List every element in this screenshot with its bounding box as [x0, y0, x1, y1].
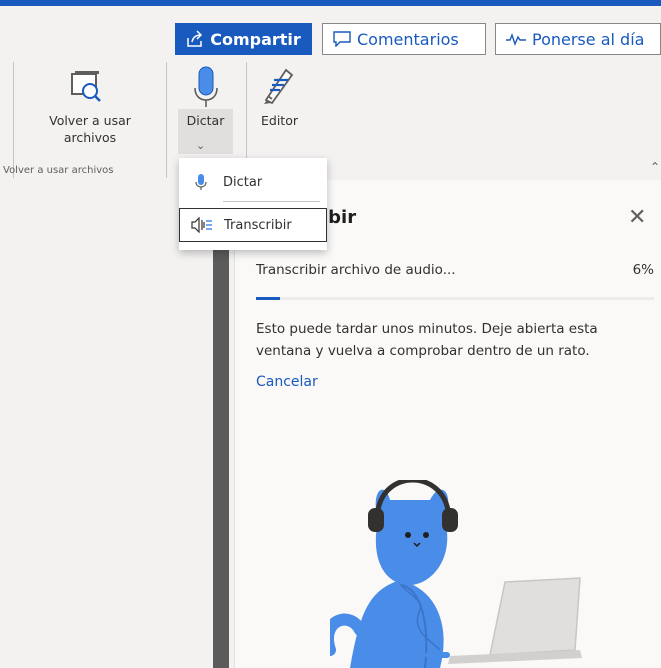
reuse-files-button[interactable]: Volver a usar archivos: [30, 62, 150, 157]
pane-title: ibir: [322, 207, 357, 228]
ribbon-collapse-icon[interactable]: ⌃: [650, 160, 660, 174]
editor-button[interactable]: Editor: [252, 62, 307, 154]
progress-percent: 6%: [632, 262, 654, 278]
catch-up-label: Ponerse al día: [532, 29, 645, 49]
catch-up-button[interactable]: Ponerse al día: [495, 23, 661, 55]
cancel-link[interactable]: Cancelar: [256, 374, 318, 390]
comment-icon: [333, 31, 351, 47]
ribbon-separator: [166, 62, 167, 178]
progress-bar-fill: [256, 297, 280, 300]
pane-splitter[interactable]: [213, 240, 229, 668]
editor-pen-icon: [264, 68, 294, 105]
progress-label: Transcribir archivo de audio...: [256, 262, 456, 278]
app-top-bar: [0, 0, 661, 6]
menu-item-dictate-label: Dictar: [223, 174, 263, 190]
menu-item-transcribe-label: Transcribir: [224, 217, 292, 233]
reuse-files-icon: [71, 71, 101, 102]
ribbon-separator: [13, 62, 14, 178]
editor-label: Editor: [261, 113, 298, 128]
reuse-files-label-line2: archivos: [63, 130, 117, 145]
share-label: Compartir: [210, 29, 301, 49]
activity-icon: [506, 32, 526, 46]
dictate-label: Dictar: [186, 113, 225, 128]
group-name-reuse: Volver a usar archivos: [3, 165, 114, 176]
chevron-down-icon[interactable]: ⌄: [196, 139, 205, 152]
microphone-icon: [195, 174, 207, 190]
close-icon[interactable]: ✕: [628, 205, 646, 230]
dictate-button[interactable]: Dictar: [178, 62, 233, 154]
microphone-icon: [194, 66, 218, 107]
comments-label: Comentarios: [357, 29, 459, 49]
share-button[interactable]: Compartir: [175, 23, 312, 55]
comments-button[interactable]: Comentarios: [322, 23, 486, 55]
share-icon: [187, 30, 203, 47]
document-area: [0, 180, 213, 668]
progress-bar: [256, 297, 654, 300]
menu-item-dictate[interactable]: Dictar: [179, 165, 327, 199]
cat-with-headphones-illustration: [330, 480, 582, 668]
transcribe-icon: [191, 217, 212, 233]
dictate-menu: Dictar Transcribir: [179, 158, 327, 250]
reuse-files-label-line1: Volver a usar: [49, 113, 131, 128]
menu-divider: [223, 201, 320, 202]
pane-message: Esto puede tardar unos minutos. Deje abi…: [256, 321, 598, 359]
menu-item-transcribe[interactable]: Transcribir: [179, 208, 327, 242]
